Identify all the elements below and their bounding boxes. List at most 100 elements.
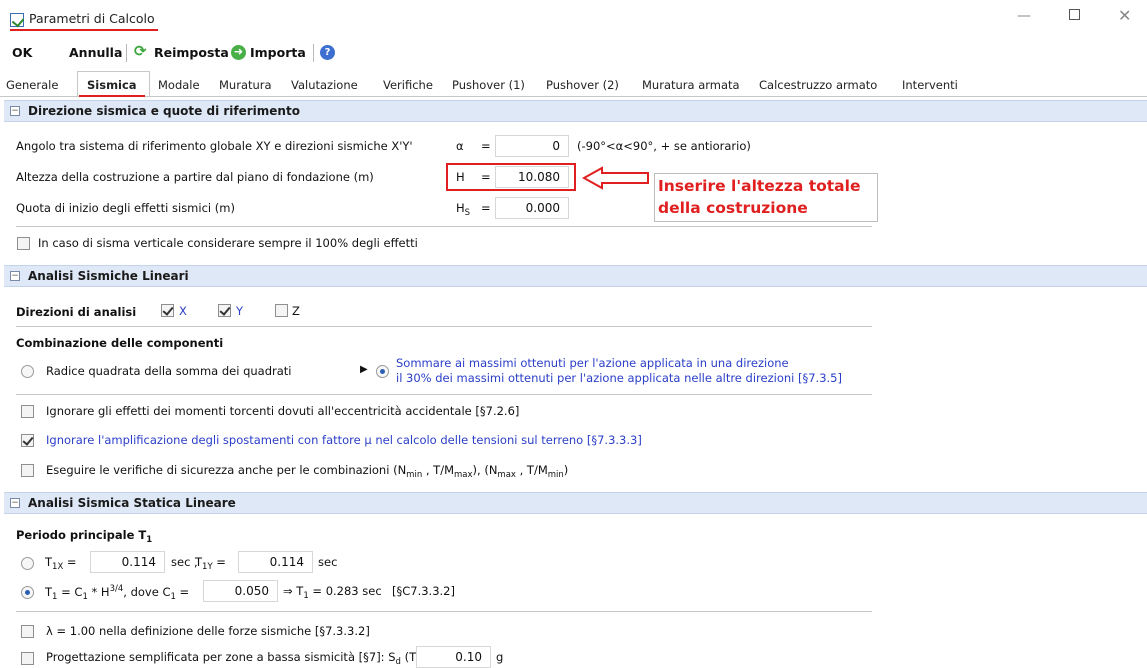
section-title: Analisi Sismica Statica Lineare <box>28 496 236 510</box>
lambda-label: λ = 1.00 nella definizione delle forze s… <box>46 624 370 638</box>
equals-sign: = <box>481 170 491 184</box>
tab-pushover-1[interactable]: Pushover (1) <box>452 78 525 92</box>
sisma-verticale-label: In caso di sisma verticale considerare s… <box>38 236 418 250</box>
ignora-amplificazione-label: Ignorare l'amplificazione degli spostame… <box>46 433 642 447</box>
app-icon <box>10 13 24 27</box>
hs-symbol: HS <box>456 201 471 218</box>
help-icon[interactable]: ? <box>320 45 335 60</box>
tab-sismica[interactable]: Sismica <box>87 78 137 92</box>
collapse-icon[interactable]: − <box>10 498 20 508</box>
refresh-icon: ⟳ <box>134 42 147 60</box>
close-icon[interactable]: ✕ <box>1118 6 1131 25</box>
toolbar-separator <box>126 44 127 62</box>
section-title: Direzione sismica e quote di riferimento <box>28 104 300 118</box>
sd-unit: g <box>496 650 504 664</box>
selection-pointer-icon: ▶ <box>360 364 368 375</box>
note-line-1: Inserire l'altezza totale <box>658 177 861 195</box>
eseguire-checkbox[interactable] <box>21 464 34 477</box>
ignora-amplificazione-checkbox[interactable] <box>21 434 34 447</box>
t1-result: ⇒ T1 = 0.283 sec <box>283 584 382 601</box>
tab-annotation-underline <box>79 95 145 97</box>
note-line-2: della costruzione <box>658 199 808 217</box>
tab-calcestruzzo-armato[interactable]: Calcestruzzo armato <box>759 78 877 92</box>
t1y-label: T1Y = <box>195 555 226 572</box>
ok-button[interactable]: OK <box>12 45 32 60</box>
section-title: Analisi Sismiche Lineari <box>28 269 189 283</box>
sec-unit: sec <box>318 555 338 569</box>
sommare-line-1: Sommare ai massimi ottenuti per l'azione… <box>396 356 789 370</box>
section-header-lineari[interactable]: − Analisi Sismiche Lineari <box>4 265 1147 287</box>
annotation-note: Inserire l'altezza totale della costruzi… <box>654 173 878 222</box>
t1-formula-radio[interactable] <box>21 586 34 599</box>
combinazione-label: Combinazione delle componenti <box>16 336 224 350</box>
dir-x-checkbox[interactable] <box>161 304 174 317</box>
altezza-label: Altezza della costruzione a partire dal … <box>16 170 374 184</box>
progettazione-checkbox[interactable] <box>21 652 34 665</box>
toolbar-separator <box>313 44 314 62</box>
divider <box>16 226 872 227</box>
reimposta-button[interactable]: Reimposta <box>154 45 229 60</box>
t1-reference: [§C7.3.3.2] <box>392 584 455 598</box>
progettazione-label: Progettazione semplificata per zone a ba… <box>46 650 439 667</box>
t1y-input[interactable]: 0.114 <box>238 551 313 573</box>
maximize-icon[interactable] <box>1069 9 1080 20</box>
direzioni-label: Direzioni di analisi <box>16 305 137 319</box>
dir-x-label: X <box>179 304 187 318</box>
tab-generale[interactable]: Generale <box>6 78 58 92</box>
equals-sign: = <box>481 201 491 215</box>
ignora-torcenti-label: Ignorare gli effetti dei momenti torcent… <box>46 404 520 418</box>
tab-muratura[interactable]: Muratura <box>219 78 272 92</box>
ignora-torcenti-checkbox[interactable] <box>21 405 34 418</box>
import-arrow-icon: ➜ <box>231 45 246 60</box>
tab-strip-border <box>0 96 1147 97</box>
equals-sign: = <box>481 139 491 153</box>
dir-y-label: Y <box>236 304 244 318</box>
quota-input[interactable]: 0.000 <box>495 197 569 219</box>
annulla-button[interactable]: Annulla <box>69 45 122 60</box>
sd-input[interactable]: 0.10 <box>416 646 491 668</box>
radice-radio[interactable] <box>21 365 34 378</box>
dir-z-label: Z <box>292 304 300 318</box>
alpha-input[interactable]: 0 <box>495 135 569 157</box>
tab-muratura-armata[interactable]: Muratura armata <box>642 78 740 92</box>
tab-pushover-2[interactable]: Pushover (2) <box>546 78 619 92</box>
sisma-verticale-checkbox[interactable] <box>17 237 30 250</box>
t1x-input[interactable]: 0.114 <box>90 551 165 573</box>
minimize-icon[interactable]: — <box>1017 8 1031 24</box>
tab-modale[interactable]: Modale <box>158 78 200 92</box>
t1x-label: T1X = <box>45 555 77 572</box>
window-title: Parametri di Calcolo <box>29 11 155 26</box>
alpha-hint: (-90°<α<90°, + se antiorario) <box>577 139 751 153</box>
h-symbol: H <box>456 170 465 184</box>
tab-interventi[interactable]: Interventi <box>902 78 958 92</box>
dir-z-checkbox[interactable] <box>275 304 288 317</box>
quota-label: Quota di inizio degli effetti sismici (m… <box>16 201 235 215</box>
title-annotation-underline <box>10 29 158 31</box>
divider <box>16 326 872 327</box>
sommare-line-2: il 30% dei massimi ottenuti per l'azione… <box>396 371 842 385</box>
sommare-radio[interactable] <box>376 365 389 378</box>
divider <box>16 394 872 395</box>
alpha-symbol: α <box>456 139 464 153</box>
lambda-checkbox[interactable] <box>21 625 34 638</box>
pointer-arrow-icon <box>582 166 649 190</box>
dir-y-checkbox[interactable] <box>218 304 231 317</box>
importa-button[interactable]: Importa <box>250 45 306 60</box>
t1-manual-radio[interactable] <box>21 557 34 570</box>
radice-label: Radice quadrata della somma dei quadrati <box>46 364 292 378</box>
tab-verifiche[interactable]: Verifiche <box>383 78 433 92</box>
collapse-icon[interactable]: − <box>10 271 20 281</box>
eseguire-label: Eseguire le verifiche di sicurezza anche… <box>46 463 569 480</box>
title-bar <box>0 0 1147 38</box>
periodo-label: Periodo principale T1 <box>16 528 153 545</box>
sec-unit: sec , <box>171 555 198 569</box>
tab-valutazione[interactable]: Valutazione <box>291 78 358 92</box>
altezza-input[interactable]: 10.080 <box>495 166 569 188</box>
t1-formula-label: T1 = C1 * H3/4, dove C1 = <box>45 584 190 602</box>
collapse-icon[interactable]: − <box>10 106 20 116</box>
angolo-label: Angolo tra sistema di riferimento global… <box>16 139 413 153</box>
section-header-direzione[interactable]: − Direzione sismica e quote di riferimen… <box>4 100 1147 122</box>
c1-input[interactable]: 0.050 <box>203 580 278 602</box>
divider <box>16 611 872 612</box>
section-header-statica[interactable]: − Analisi Sismica Statica Lineare <box>4 492 1147 514</box>
